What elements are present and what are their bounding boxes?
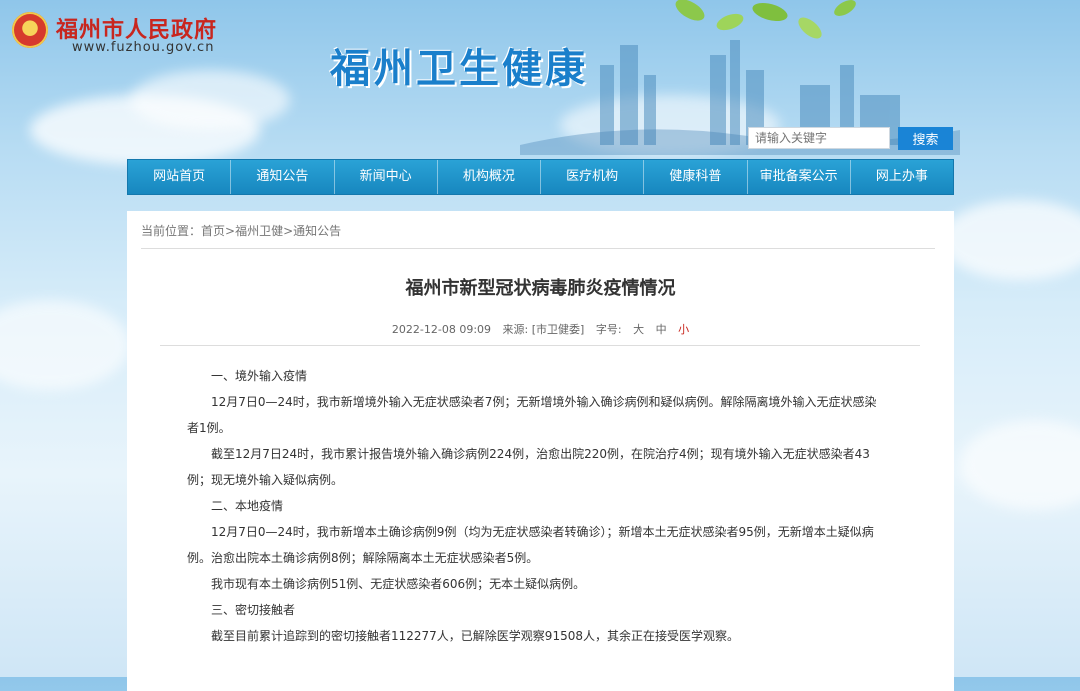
article-paragraph: 我市现有本土确诊病例51例、无症状感染者606例；无本土疑似病例。	[211, 577, 586, 591]
nav-item-news[interactable]: 新闻中心	[335, 160, 438, 194]
font-size-medium-button[interactable]: 中	[656, 323, 667, 336]
article-paragraph: 截至12月7日24时，我市累计报告境外输入确诊病例224例，治愈出院220例，在…	[187, 447, 870, 487]
section-heading: 三、密切接触者	[211, 603, 296, 617]
gov-url[interactable]: www.fuzhou.gov.cn	[72, 40, 214, 55]
article-meta: 2022-12-08 09:09 来源: [市卫健委] 字号: 大 中 小	[127, 321, 954, 337]
article-container: 当前位置：首页>福州卫健>通知公告 福州市新型冠状病毒肺炎疫情情况 2022-1…	[127, 211, 954, 691]
article-title: 福州市新型冠状病毒肺炎疫情情况	[405, 278, 676, 299]
article-paragraph: 截至目前累计追踪到的密切接触者112277人，已解除医学观察91508人，其余正…	[211, 629, 739, 643]
article-paragraph: 12月7日0—24时，我市新增本土确诊病例9例（均为无症状感染者转确诊）；新增本…	[187, 525, 874, 565]
article-body: 一、境外输入疫情 12月7日0—24时，我市新增境外输入无症状感染者7例；无新增…	[187, 363, 887, 649]
breadcrumb-prefix: 当前位置：	[141, 224, 202, 238]
government-emblem-icon	[12, 12, 48, 48]
font-size-label: 字号:	[595, 323, 622, 336]
cloud-decoration	[130, 70, 290, 130]
nav-item-health-science[interactable]: 健康科普	[644, 160, 748, 194]
breadcrumb-separator: >	[225, 224, 236, 238]
divider	[141, 248, 935, 249]
article-date: 2022-12-08 09:09	[391, 323, 492, 336]
breadcrumb-link-home[interactable]: 首页	[201, 224, 225, 238]
nav-item-medical-institutions[interactable]: 医疗机构	[541, 160, 645, 194]
breadcrumb: 当前位置：首页>福州卫健>通知公告	[141, 222, 341, 239]
breadcrumb-separator: >	[283, 224, 294, 238]
font-size-small-button[interactable]: 小	[678, 323, 689, 336]
nav-item-online-services[interactable]: 网上办事	[851, 160, 953, 194]
search-button[interactable]: 搜索	[898, 127, 953, 150]
section-heading: 二、本地疫情	[211, 499, 284, 513]
breadcrumb-link-fuzhou-health[interactable]: 福州卫健	[235, 224, 283, 238]
article-paragraph: 12月7日0—24时，我市新增境外输入无症状感染者7例；无新增境外输入确诊病例和…	[187, 395, 877, 435]
section-heading: 一、境外输入疫情	[211, 369, 308, 383]
nav-item-home[interactable]: 网站首页	[128, 160, 232, 194]
cloud-decoration	[960, 420, 1080, 510]
nav-item-notices[interactable]: 通知公告	[231, 160, 335, 194]
breadcrumb-link-notices[interactable]: 通知公告	[293, 224, 341, 238]
font-size-large-button[interactable]: 大	[633, 323, 644, 336]
search-input[interactable]	[748, 127, 890, 149]
cloud-decoration	[0, 300, 130, 390]
divider	[160, 345, 920, 346]
nav-item-about[interactable]: 机构概况	[438, 160, 541, 194]
site-title: 福州卫生健康	[330, 46, 588, 92]
main-nav: 网站首页 通知公告 新闻中心 机构概况 医疗机构 健康科普 审批备案公示 网上办…	[127, 159, 954, 195]
cloud-decoration	[940, 200, 1080, 280]
article-source: 来源: [市卫健委]	[502, 323, 585, 336]
nav-item-approval-publicity[interactable]: 审批备案公示	[748, 160, 851, 194]
